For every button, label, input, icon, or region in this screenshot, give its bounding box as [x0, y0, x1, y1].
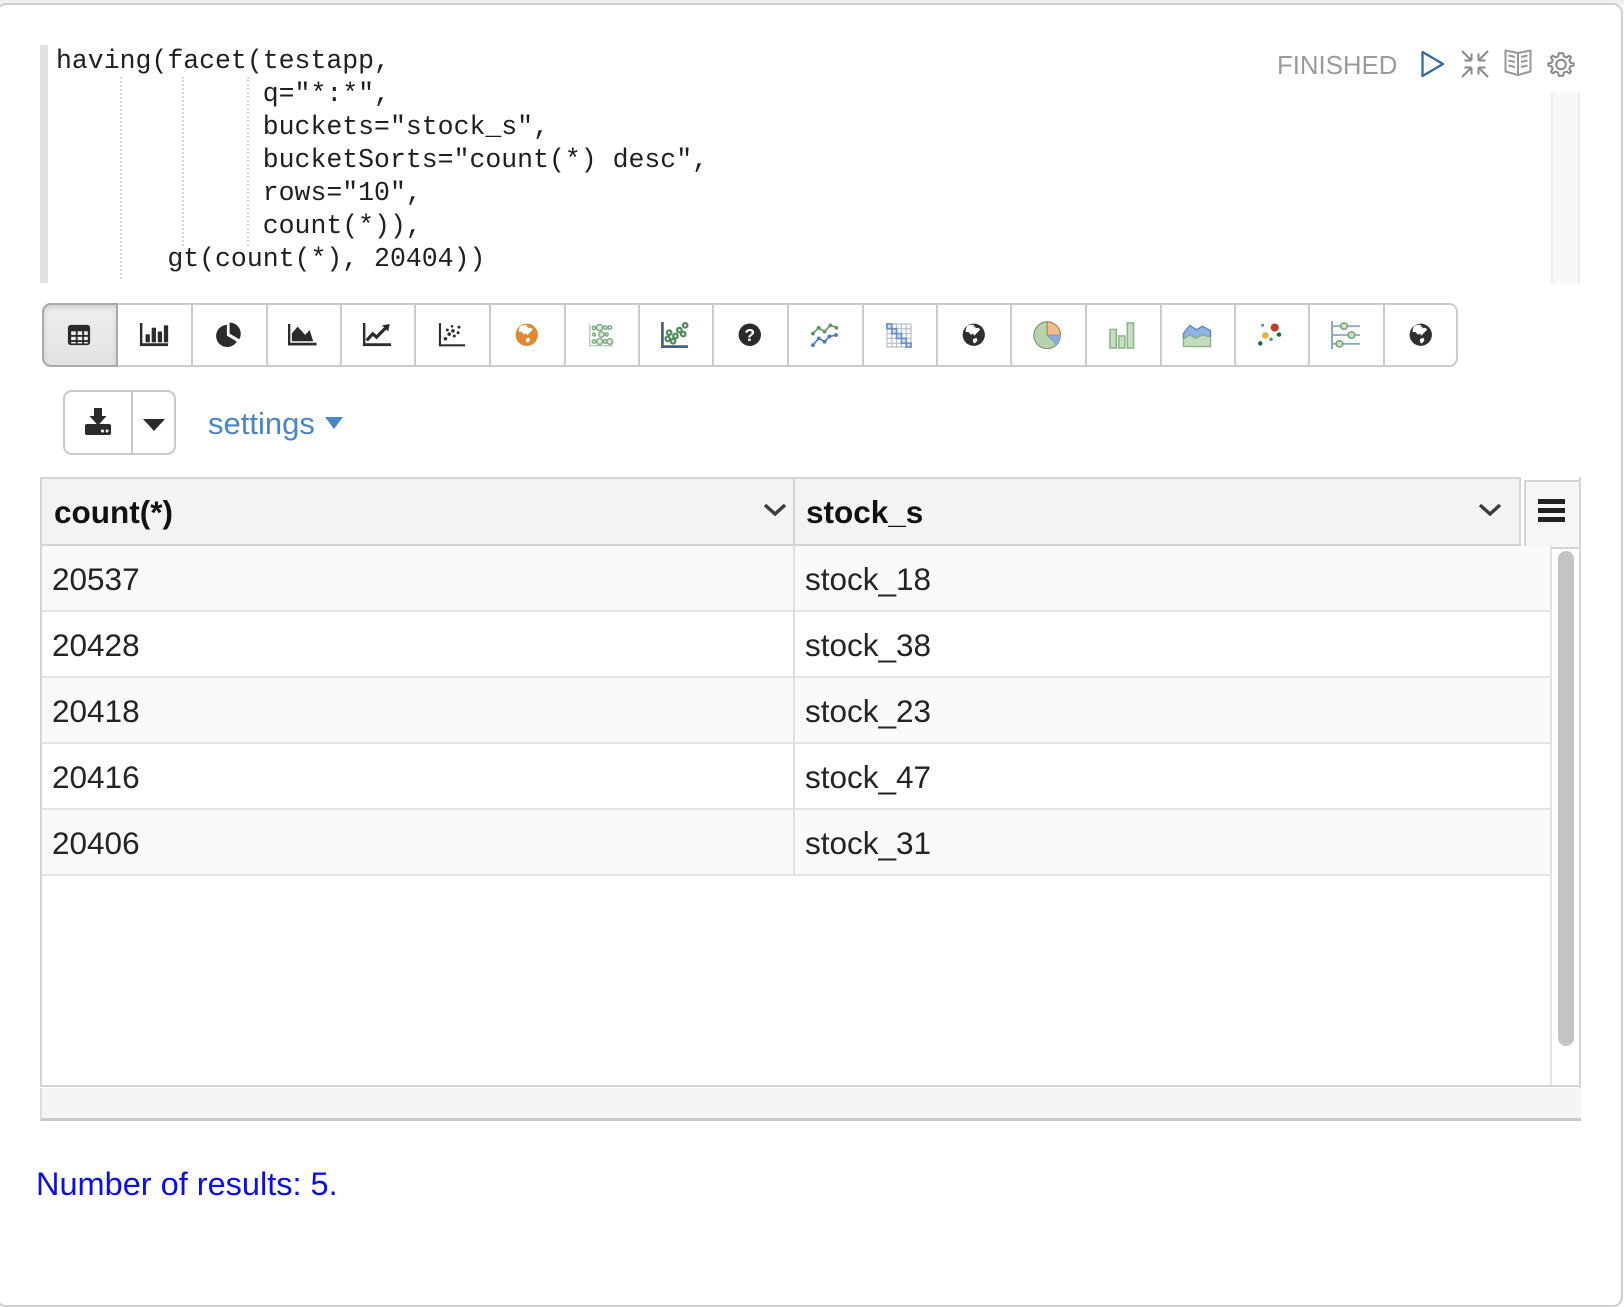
svg-text:?: ?	[744, 325, 755, 345]
